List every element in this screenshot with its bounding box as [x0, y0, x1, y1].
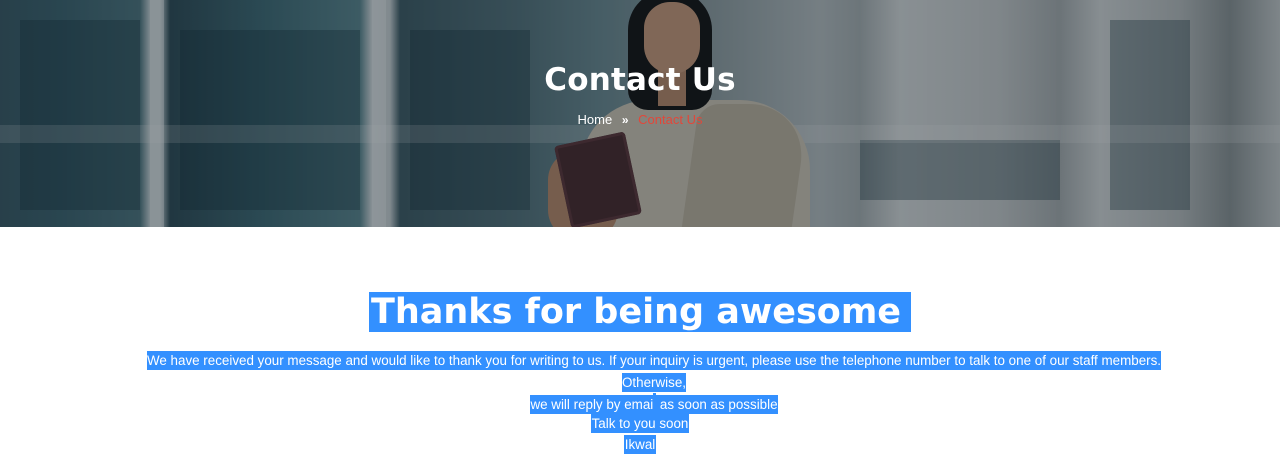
signature-text: Ikwal	[623, 435, 657, 454]
breadcrumb-home-link[interactable]: Home	[578, 112, 613, 127]
selection-connector	[653, 393, 656, 413]
signoff-block: Talk to you soon Ikwal	[0, 413, 1280, 455]
breadcrumb: Home » Contact Us	[0, 112, 1280, 127]
breadcrumb-current: Contact Us	[638, 112, 703, 127]
signoff-text: Talk to you soon	[590, 414, 690, 433]
page-title: Contact Us	[544, 62, 736, 98]
thank-you-section: Thanks for being awesome We have receive…	[0, 227, 1280, 472]
chevron-double-right-icon: »	[621, 113, 629, 127]
thank-you-heading-text: Thanks for being awesome	[368, 292, 912, 332]
message-line-1: We have received your message and would …	[146, 351, 1162, 392]
page-hero-banner: Contact Us Home » Contact Us	[0, 0, 1280, 227]
thank-you-heading: Thanks for being awesome	[0, 289, 1280, 335]
